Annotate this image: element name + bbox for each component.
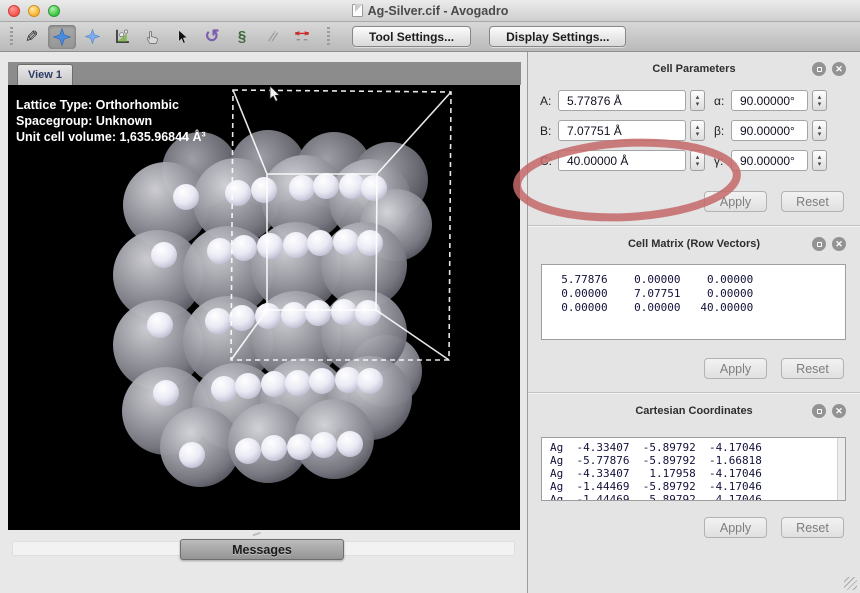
cell-parameters-title: Cell Parameters: [652, 63, 735, 75]
gamma-value-field[interactable]: 90.00000°: [731, 150, 808, 171]
selection-tool-icon[interactable]: [168, 25, 196, 49]
z-matrix-tool-icon[interactable]: §: [228, 25, 256, 49]
beta-stepper[interactable]: ▴▾: [812, 120, 827, 141]
manipulate-tool-icon[interactable]: [78, 25, 106, 49]
cell-matrix-values: 5.77876 0.00000 0.00000 0.00000 7.07751 …: [542, 265, 845, 315]
gamma-stepper[interactable]: ▴▾: [812, 150, 827, 171]
beta-value-field[interactable]: 90.00000°: [731, 120, 808, 141]
document-icon: [352, 4, 363, 17]
cartesian-coordinates-title: Cartesian Coordinates: [635, 405, 752, 417]
display-settings-button[interactable]: Display Settings...: [489, 26, 626, 47]
cell-parameters-reset-button[interactable]: Reset: [781, 191, 844, 212]
a-stepper[interactable]: ▴▾: [690, 90, 705, 111]
draw-tool-icon[interactable]: ✎: [18, 25, 46, 49]
close-window-button[interactable]: [8, 5, 20, 17]
b-stepper[interactable]: ▴▾: [690, 120, 705, 141]
messages-button[interactable]: Messages: [180, 539, 344, 560]
auto-rotate-tool-icon[interactable]: ↺: [198, 25, 226, 49]
alpha-stepper[interactable]: ▴▾: [812, 90, 827, 111]
molecule-scene: [8, 85, 520, 530]
beta-label: β:: [714, 124, 731, 138]
cell-matrix-textbox[interactable]: 5.77876 0.00000 0.00000 0.00000 7.07751 …: [541, 264, 846, 340]
auto-optimize-tool-icon[interactable]: [138, 25, 166, 49]
close-panel-icon[interactable]: ✕: [832, 404, 846, 418]
title-bar[interactable]: Ag-Silver.cif - Avogadro: [0, 0, 860, 22]
toolbar-grip: [10, 27, 13, 47]
splitter-handle[interactable]: [253, 532, 262, 538]
spacegroup-text: Spacegroup: Unknown: [16, 113, 206, 129]
window-title: Ag-Silver.cif - Avogadro: [368, 4, 509, 18]
c-value-field[interactable]: 40.00000 Å: [558, 150, 686, 171]
b-value-field[interactable]: 7.07751 Å: [558, 120, 686, 141]
cell-parameters-header[interactable]: Cell Parameters ✕: [528, 57, 860, 81]
measure-tool-icon[interactable]: [288, 25, 316, 49]
coords-scrollbar[interactable]: [837, 438, 845, 500]
avogadro-window: Ag-Silver.cif - Avogadro ✎ ↺ § Tool Sett…: [0, 0, 860, 593]
panel-separator: [528, 225, 860, 227]
cell-matrix-title: Cell Matrix (Row Vectors): [628, 238, 760, 250]
mouse-cursor-icon: [270, 86, 280, 101]
lattice-type-text: Lattice Type: Orthorhombic: [16, 97, 206, 113]
float-panel-icon[interactable]: [812, 404, 826, 418]
alpha-value-field[interactable]: 90.00000°: [731, 90, 808, 111]
b-label: B:: [540, 124, 558, 138]
close-panel-icon[interactable]: ✕: [832, 237, 846, 251]
toolbar-grip-2: [327, 27, 330, 47]
cell-matrix-apply-button[interactable]: Apply: [704, 358, 767, 379]
cell-param-row-b: B: 7.07751 Å ▴▾ β: 90.00000° ▴▾: [528, 120, 860, 141]
cell-matrix-reset-button[interactable]: Reset: [781, 358, 844, 379]
cartesian-coordinates-values: Ag -4.33407 -5.89792 -4.17046 Ag -5.7787…: [542, 438, 845, 501]
zoom-window-button[interactable]: [48, 5, 60, 17]
a-label: A:: [540, 94, 558, 108]
dock-panels: Cell Parameters ✕ A: 5.77876 Å ▴▾ α: 90.…: [527, 52, 860, 593]
c-stepper[interactable]: ▴▾: [690, 150, 705, 171]
float-panel-icon[interactable]: [812, 62, 826, 76]
cell-matrix-header[interactable]: Cell Matrix (Row Vectors) ✕: [528, 232, 860, 256]
unit-cell-volume-text: Unit cell volume: 1,635.96844 Å³: [16, 129, 206, 145]
a-value-field[interactable]: 5.77876 Å: [558, 90, 686, 111]
resize-grip[interactable]: [844, 577, 857, 590]
toolbar: ✎ ↺ § Tool Settings... Display Settings.…: [0, 22, 860, 52]
workspace: View 1 Lattice Type: Orthorhombic Spaceg…: [0, 52, 527, 593]
bond-centric-manipulate-tool-icon[interactable]: [108, 25, 136, 49]
gl-viewport[interactable]: Lattice Type: Orthorhombic Spacegroup: U…: [8, 85, 520, 530]
alpha-label: α:: [714, 94, 731, 108]
float-panel-icon[interactable]: [812, 237, 826, 251]
traffic-lights: [8, 5, 60, 17]
align-tool-icon[interactable]: [258, 25, 286, 49]
atom-spheres-layer: [113, 130, 432, 487]
minimize-window-button[interactable]: [28, 5, 40, 17]
coordinates-reset-button[interactable]: Reset: [781, 517, 844, 538]
view-tab-bar: View 1: [8, 62, 521, 85]
coordinates-apply-button[interactable]: Apply: [704, 517, 767, 538]
cell-param-row-c: C: 40.00000 Å ▴▾ γ: 90.00000° ▴▾: [528, 150, 860, 171]
c-label: C:: [540, 154, 558, 168]
cartesian-coordinates-textbox[interactable]: Ag -4.33407 -5.89792 -4.17046 Ag -5.7787…: [541, 437, 846, 501]
cartesian-coordinates-header[interactable]: Cartesian Coordinates ✕: [528, 399, 860, 423]
tool-settings-button[interactable]: Tool Settings...: [352, 26, 471, 47]
gamma-label: γ:: [714, 154, 731, 168]
cell-info-overlay: Lattice Type: Orthorhombic Spacegroup: U…: [16, 97, 206, 145]
tab-view-1[interactable]: View 1: [17, 64, 73, 85]
navigate-tool-icon[interactable]: [48, 25, 76, 49]
cell-param-row-a: A: 5.77876 Å ▴▾ α: 90.00000° ▴▾: [528, 90, 860, 111]
panel-separator: [528, 392, 860, 394]
cell-parameters-apply-button[interactable]: Apply: [704, 191, 767, 212]
close-panel-icon[interactable]: ✕: [832, 62, 846, 76]
